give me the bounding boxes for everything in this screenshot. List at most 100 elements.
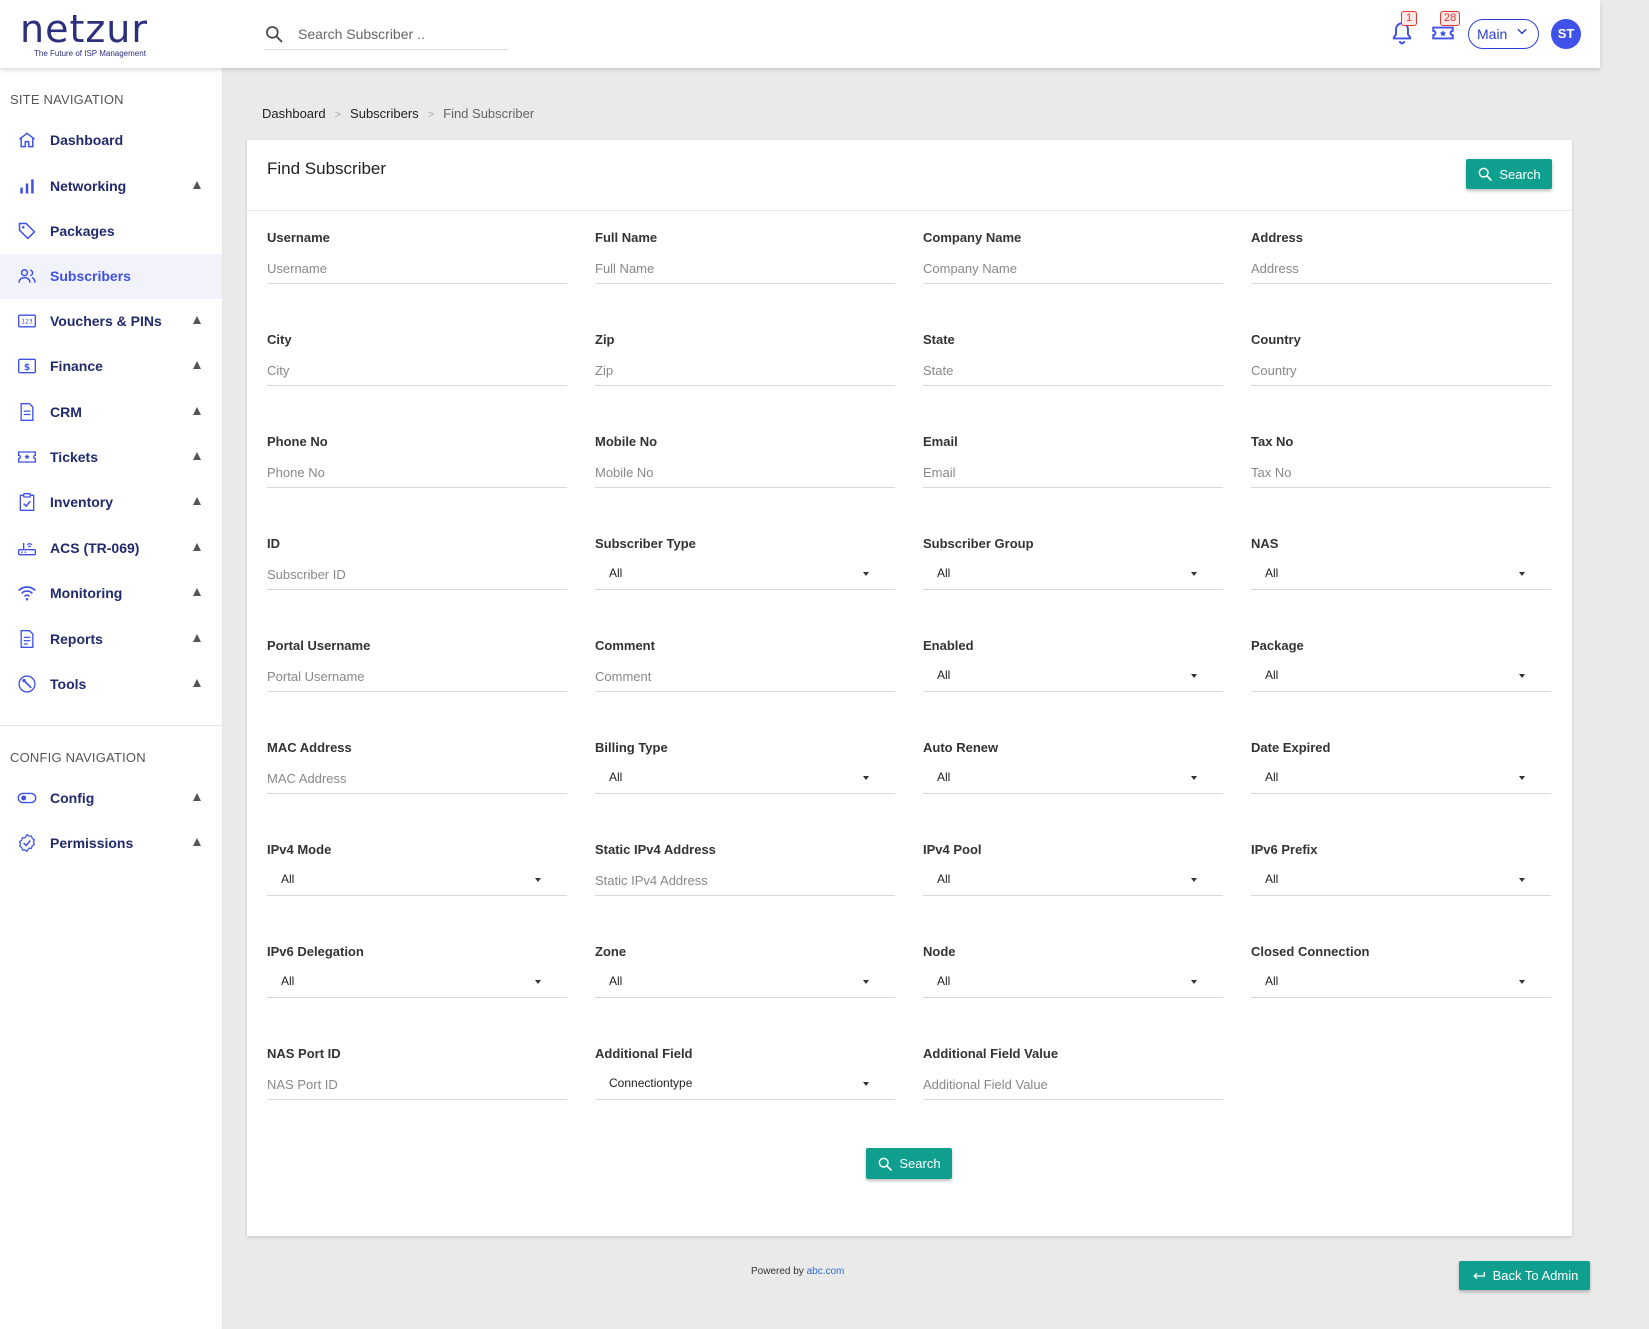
- notifications-button[interactable]: 1: [1389, 11, 1417, 46]
- sidebar-item-dashboard[interactable]: Dashboard: [0, 118, 222, 163]
- sidebar-item-finance[interactable]: $ Finance: [0, 344, 222, 389]
- additional-field-value-input[interactable]: [923, 1070, 1223, 1100]
- config-navigation-heading: CONFIG NAVIGATION: [10, 750, 146, 765]
- sidebar-item-label: Vouchers & PINs: [50, 313, 162, 329]
- dropdown-arrow-icon: [535, 878, 541, 882]
- field-label: State: [923, 332, 955, 347]
- nas-select[interactable]: All: [1251, 558, 1551, 590]
- dropdown-arrow-icon: [1191, 776, 1197, 780]
- breadcrumb-subscribers[interactable]: Subscribers: [350, 106, 419, 121]
- id-input[interactable]: [267, 560, 567, 590]
- tax-no-input[interactable]: [1251, 458, 1551, 488]
- sidebar-item-label: Tools: [50, 676, 87, 692]
- subscriber-group-select[interactable]: All: [923, 558, 1223, 590]
- sidebar-item-tickets[interactable]: Tickets: [0, 435, 222, 480]
- sidebar-item-label: Subscribers: [50, 268, 131, 284]
- caret-up-icon: [193, 452, 201, 460]
- ipv6-delegation-select[interactable]: All: [267, 966, 567, 998]
- powered-by-link[interactable]: abc.com: [807, 1266, 845, 1277]
- address-input[interactable]: [1251, 254, 1551, 284]
- dropdown-arrow-icon: [1191, 674, 1197, 678]
- breadcrumb-current: Find Subscriber: [443, 106, 535, 121]
- user-avatar[interactable]: ST: [1551, 19, 1581, 49]
- workspace-selector[interactable]: Main: [1468, 19, 1539, 49]
- sidebar-item-label: CRM: [50, 404, 82, 420]
- select-value: All: [937, 668, 951, 682]
- tickets-button[interactable]: 28: [1430, 11, 1461, 46]
- static-ipv4-address-input[interactable]: [595, 866, 895, 896]
- field-address: Address: [1251, 230, 1551, 310]
- mobile-no-input[interactable]: [595, 458, 895, 488]
- sidebar-item-crm[interactable]: CRM: [0, 390, 222, 435]
- field-full-name: Full Name: [595, 230, 895, 310]
- node-select[interactable]: All: [923, 966, 1223, 998]
- sidebar-item-label: Dashboard: [50, 132, 124, 148]
- nas-port-id-input[interactable]: [267, 1070, 567, 1100]
- ipv4-mode-select[interactable]: All: [267, 864, 567, 896]
- back-to-admin-button[interactable]: Back To Admin: [1459, 1261, 1590, 1290]
- billing-type-select[interactable]: All: [595, 762, 895, 794]
- date-expired-select[interactable]: All: [1251, 762, 1551, 794]
- field-additional-field-value: Additional Field Value: [923, 1046, 1223, 1126]
- netzur-logo[interactable]: netzur The Future of ISP Management: [20, 10, 148, 58]
- sidebar-item-config[interactable]: Config: [0, 776, 222, 821]
- field-label: Subscriber Group: [923, 536, 1034, 551]
- field-label: Country: [1251, 332, 1301, 347]
- field-username: Username: [267, 230, 567, 310]
- field-ipv6-delegation: IPv6 Delegation All: [267, 944, 567, 1024]
- country-input[interactable]: [1251, 356, 1551, 386]
- sidebar-item-monitoring[interactable]: Monitoring: [0, 571, 222, 616]
- sidebar-item-label: Networking: [50, 178, 127, 194]
- page-title: Find Subscriber: [267, 159, 387, 178]
- sidebar-item-permissions[interactable]: Permissions: [0, 821, 222, 866]
- username-input[interactable]: [267, 254, 567, 284]
- portal-username-input[interactable]: [267, 662, 567, 692]
- enabled-select[interactable]: All: [923, 660, 1223, 692]
- zip-input[interactable]: [595, 356, 895, 386]
- search-button-bottom[interactable]: Search: [866, 1148, 952, 1179]
- zone-select[interactable]: All: [595, 966, 895, 998]
- ipv6-prefix-select[interactable]: All: [1251, 864, 1551, 896]
- search-input[interactable]: [298, 23, 503, 45]
- search-icon: [1478, 167, 1493, 181]
- sidebar-item-packages[interactable]: Packages: [0, 209, 222, 254]
- ipv4-pool-select[interactable]: All: [923, 864, 1223, 896]
- breadcrumb-dashboard[interactable]: Dashboard: [262, 106, 326, 121]
- caret-up-icon: [193, 793, 201, 801]
- select-value: All: [281, 872, 295, 886]
- field-label: Full Name: [595, 230, 658, 245]
- comment-input[interactable]: [595, 662, 895, 692]
- field-label: Portal Username: [267, 638, 371, 653]
- field-mac-address: MAC Address: [267, 740, 567, 820]
- sidebar-item-inventory[interactable]: Inventory: [0, 480, 222, 525]
- auto-renew-select[interactable]: All: [923, 762, 1223, 794]
- sidebar-item-subscribers[interactable]: Subscribers: [0, 254, 222, 299]
- sidebar-item-reports[interactable]: Reports: [0, 617, 222, 662]
- select-value: All: [1265, 872, 1279, 886]
- city-input[interactable]: [267, 356, 567, 386]
- badge-check-icon: [18, 833, 36, 853]
- phone-no-input[interactable]: [267, 458, 567, 488]
- field-billing-type: Billing Type All: [595, 740, 895, 820]
- select-value: All: [1265, 566, 1279, 580]
- sidebar-item-tools[interactable]: Tools: [0, 662, 222, 707]
- voucher-icon: 123: [18, 314, 36, 328]
- field-country: Country: [1251, 332, 1551, 412]
- additional-field-select[interactable]: Connectiontype: [595, 1068, 895, 1100]
- svg-text:$: $: [24, 362, 30, 373]
- mac-address-input[interactable]: [267, 764, 567, 794]
- sidebar-item-networking[interactable]: Networking: [0, 164, 222, 209]
- field-label: Mobile No: [595, 434, 658, 449]
- search-button-top[interactable]: Search: [1466, 159, 1552, 189]
- sidebar-item-acs[interactable]: ACS (TR-069): [0, 526, 222, 571]
- state-input[interactable]: [923, 356, 1223, 386]
- package-select[interactable]: All: [1251, 660, 1551, 692]
- select-value: Connectiontype: [609, 1076, 693, 1090]
- company-name-input[interactable]: [923, 254, 1223, 284]
- email-input[interactable]: [923, 458, 1223, 488]
- subscriber-type-select[interactable]: All: [595, 558, 895, 590]
- full-name-input[interactable]: [595, 254, 895, 284]
- sidebar-item-vouchers-pins[interactable]: 123 Vouchers & PINs: [0, 299, 222, 344]
- sidebar-item-label: Packages: [50, 223, 115, 239]
- closed-connection-select[interactable]: All: [1251, 966, 1551, 998]
